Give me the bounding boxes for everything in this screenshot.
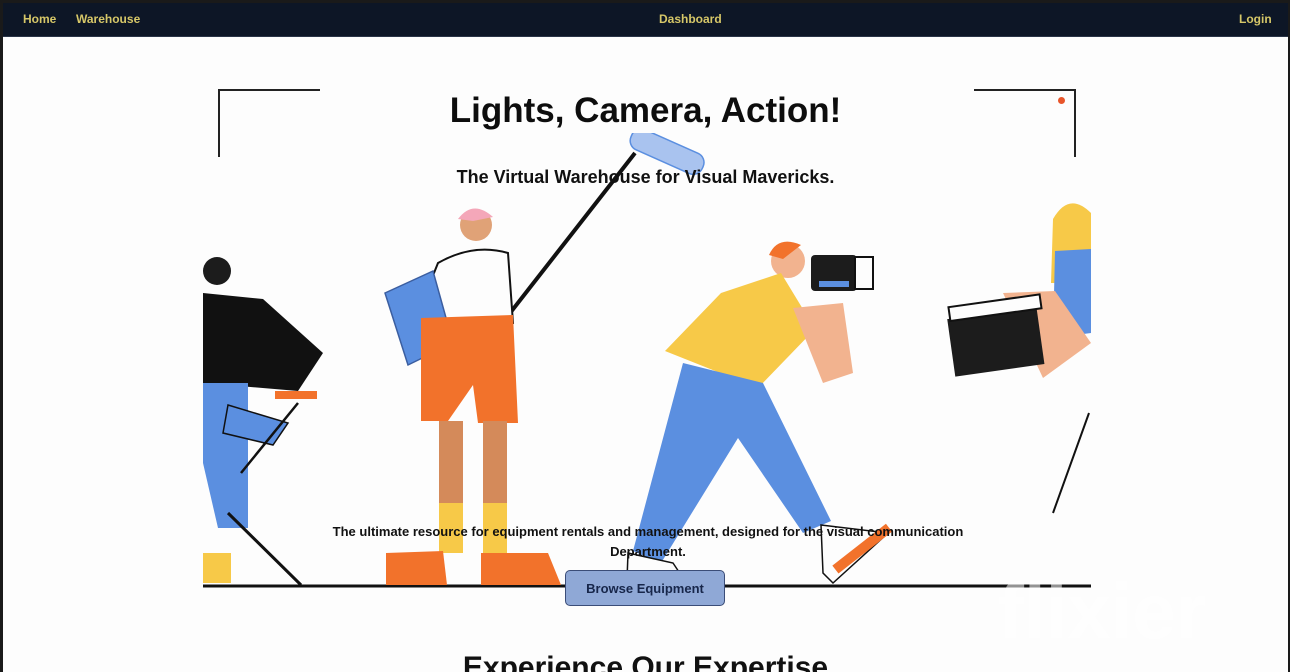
nav-dashboard-link[interactable]: Dashboard: [659, 12, 722, 26]
hero-title: Lights, Camera, Action!: [449, 91, 842, 130]
nav-home-link[interactable]: Home: [23, 12, 56, 26]
hero-subtitle: The Virtual Warehouse for Visual Maveric…: [456, 167, 835, 187]
browse-equipment-button[interactable]: Browse Equipment: [565, 570, 725, 606]
page: Home Warehouse Dashboard Login Lights, C…: [3, 3, 1288, 672]
clapper-figure: [947, 203, 1091, 514]
top-navbar: Home Warehouse Dashboard Login: [3, 3, 1288, 37]
nav-login-link[interactable]: Login: [1239, 12, 1272, 26]
hero-description: The ultimate resource for equipment rent…: [332, 524, 964, 559]
nav-warehouse-link[interactable]: Warehouse: [76, 12, 140, 26]
expertise-section-heading: Experience Our Expertise: [462, 651, 829, 672]
